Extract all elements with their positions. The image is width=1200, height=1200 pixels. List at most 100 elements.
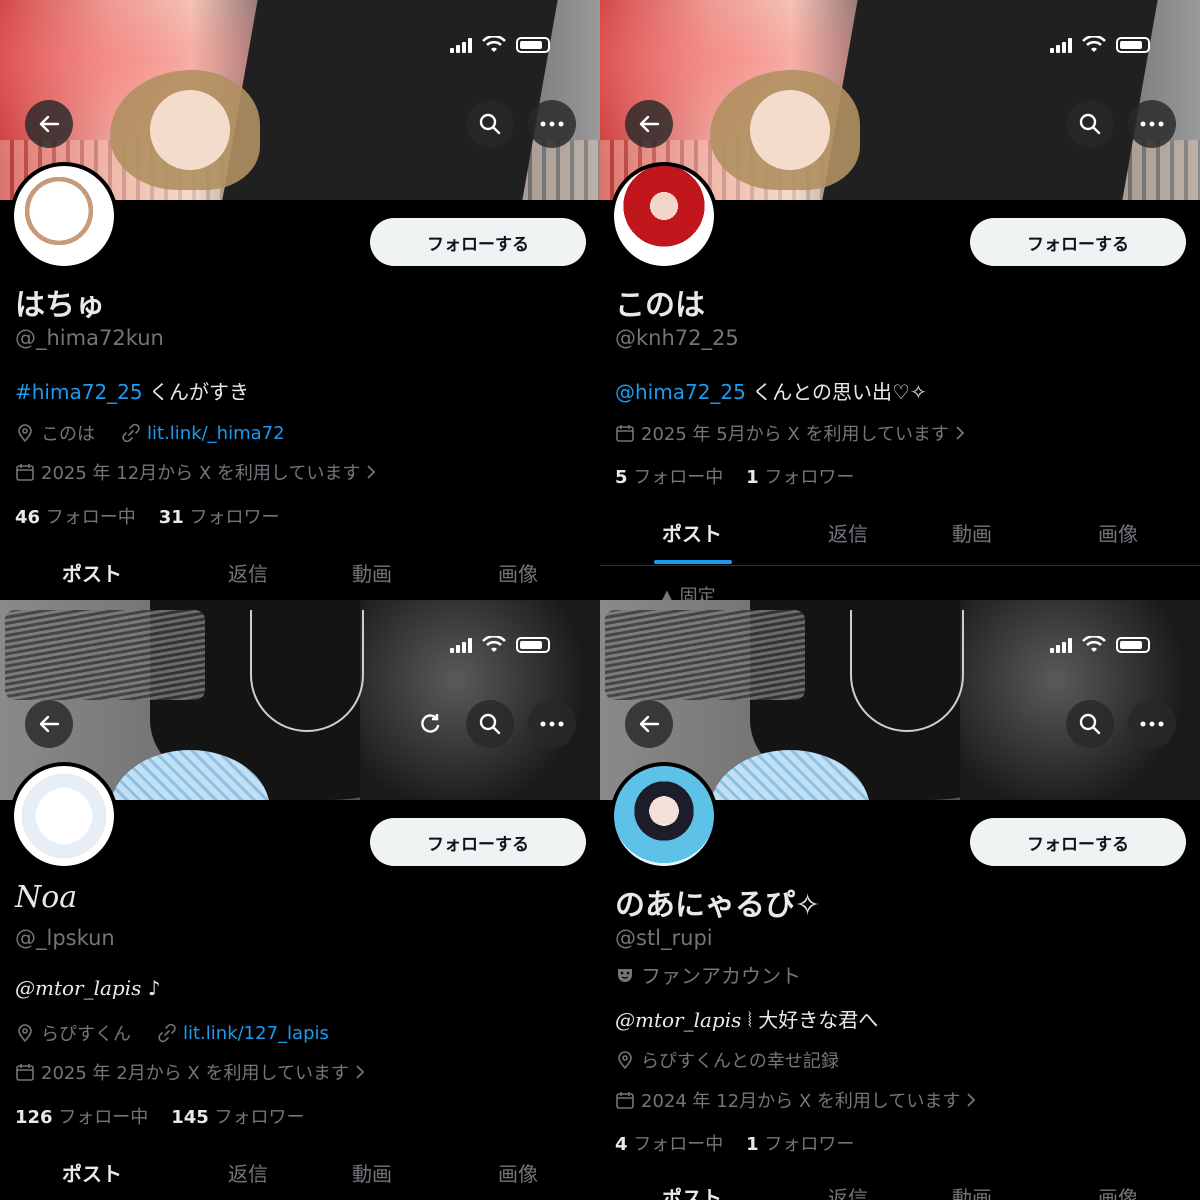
- followers-count-link[interactable]: 145 フォロワー: [171, 1107, 304, 1128]
- joined-date: 2025 年 2月から X を利用しています: [41, 1063, 349, 1084]
- wifi-icon: [482, 36, 506, 52]
- bio-mention-link[interactable]: @mtor_lapis: [15, 976, 141, 1000]
- bio-text: ♪: [141, 976, 161, 1000]
- avatar[interactable]: [610, 762, 718, 870]
- arrow-left-icon: [39, 715, 60, 733]
- avatar[interactable]: [10, 762, 118, 870]
- tab-videos[interactable]: 動画: [352, 558, 392, 587]
- chevron-right-icon: [356, 1065, 365, 1079]
- username: @stl_rupi: [615, 926, 713, 950]
- follow-button[interactable]: フォローする: [970, 818, 1186, 866]
- search-icon: [1079, 113, 1101, 135]
- account-category: ファンアカウント: [641, 964, 801, 988]
- link-icon: [122, 423, 140, 443]
- back-button[interactable]: [625, 100, 673, 148]
- tab-images[interactable]: 画像: [1098, 518, 1138, 547]
- tab-replies[interactable]: 返信: [228, 1158, 268, 1187]
- refresh-icon: [421, 714, 440, 733]
- following-count-link[interactable]: 5 フォロー中: [615, 467, 723, 488]
- tab-replies[interactable]: 返信: [828, 518, 868, 547]
- avatar[interactable]: [10, 162, 118, 270]
- joined-date: 2025 年 5月から X を利用しています: [641, 424, 949, 445]
- wifi-icon: [1082, 636, 1106, 652]
- profile-panel-3: フォローする Noa @_lpskun @mtor_lapis ♪ らぴすくん …: [0, 600, 600, 1200]
- arrow-left-icon: [39, 115, 60, 133]
- tab-posts[interactable]: ポスト: [662, 518, 722, 547]
- chevron-right-icon: [956, 426, 965, 440]
- joined-date-row[interactable]: 2025 年 2月から X を利用しています: [15, 1059, 365, 1085]
- tab-posts[interactable]: ポスト: [62, 558, 122, 587]
- wifi-icon: [482, 636, 506, 652]
- more-button[interactable]: [1128, 100, 1176, 148]
- joined-date-row[interactable]: 2025 年 12月から X を利用しています: [15, 459, 376, 485]
- status-bar: [1050, 634, 1150, 656]
- followers-count-link[interactable]: 31 フォロワー: [159, 507, 280, 528]
- tab-posts[interactable]: ポスト: [62, 1158, 122, 1187]
- tab-videos[interactable]: 動画: [952, 518, 992, 547]
- more-button[interactable]: [528, 700, 576, 748]
- search-icon: [1079, 713, 1101, 735]
- joined-date-row[interactable]: 2025 年 5月から X を利用しています: [615, 420, 965, 446]
- more-button[interactable]: [1128, 700, 1176, 748]
- calendar-icon: [16, 1064, 34, 1081]
- back-button[interactable]: [25, 700, 73, 748]
- arrow-left-icon: [639, 715, 660, 733]
- search-button[interactable]: [1066, 100, 1114, 148]
- signal-icon: [1050, 637, 1072, 653]
- follow-button[interactable]: フォローする: [370, 818, 586, 866]
- location-icon: [18, 424, 32, 443]
- tab-replies[interactable]: 返信: [228, 558, 268, 587]
- username: @knh72_25: [615, 326, 739, 350]
- tab-images[interactable]: 画像: [1098, 1182, 1138, 1200]
- search-button[interactable]: [1066, 700, 1114, 748]
- bio-text: くんがすき: [142, 380, 249, 404]
- more-dots-icon: [1140, 721, 1164, 727]
- bio: @mtor_lapis ⦚ 大好きな君へ: [615, 1004, 878, 1033]
- search-icon: [479, 713, 501, 735]
- follow-button[interactable]: フォローする: [970, 218, 1186, 266]
- tab-images[interactable]: 画像: [498, 1158, 538, 1187]
- bio-mention-link[interactable]: @hima72_25: [615, 380, 746, 404]
- display-name: Noa: [15, 880, 78, 915]
- joined-date-row[interactable]: 2024 年 12月から X を利用しています: [615, 1087, 976, 1113]
- following-count-link[interactable]: 126 フォロー中: [15, 1107, 148, 1128]
- profile-panel-2: フォローする このは @knh72_25 @hima72_25 くんとの思い出♡…: [600, 0, 1200, 600]
- followers-count-link[interactable]: 1 フォロワー: [746, 467, 854, 488]
- back-button[interactable]: [25, 100, 73, 148]
- joined-date: 2024 年 12月から X を利用しています: [641, 1091, 961, 1112]
- signal-icon: [450, 37, 472, 53]
- profile-meta-row: らぴすくんとの幸せ記録: [615, 1047, 839, 1073]
- bio-mention-link[interactable]: @mtor_lapis: [615, 1008, 741, 1032]
- refresh-button[interactable]: [406, 700, 454, 748]
- tabs-divider: [600, 565, 1200, 566]
- profile-tabs: ポスト 返信 動画 画像: [0, 1158, 600, 1198]
- status-bar: [450, 634, 550, 656]
- search-button[interactable]: [466, 700, 514, 748]
- tab-videos[interactable]: 動画: [352, 1158, 392, 1187]
- website-link[interactable]: lit.link/_hima72: [147, 423, 285, 444]
- bio-hashtag-link[interactable]: #hima72_25: [15, 380, 143, 404]
- back-button[interactable]: [625, 700, 673, 748]
- bio-text: ⦚ 大好きな君へ: [741, 1008, 879, 1032]
- theater-masks-icon: [618, 968, 632, 982]
- search-button[interactable]: [466, 100, 514, 148]
- avatar[interactable]: [610, 162, 718, 270]
- joined-date: 2025 年 12月から X を利用しています: [41, 463, 361, 484]
- tab-images[interactable]: 画像: [498, 558, 538, 587]
- followers-count-link[interactable]: 1 フォロワー: [746, 1134, 854, 1155]
- follow-button[interactable]: フォローする: [370, 218, 586, 266]
- bio: #hima72_25 くんがすき: [15, 376, 249, 405]
- tab-replies[interactable]: 返信: [828, 1182, 868, 1200]
- location-icon: [18, 1024, 32, 1043]
- tab-videos[interactable]: 動画: [952, 1182, 992, 1200]
- calendar-icon: [16, 464, 34, 481]
- following-count-link[interactable]: 46 フォロー中: [15, 507, 136, 528]
- following-count-link[interactable]: 4 フォロー中: [615, 1134, 723, 1155]
- location: らぴすくんとの幸せ記録: [641, 1051, 839, 1072]
- website-link[interactable]: lit.link/127_lapis: [183, 1023, 329, 1044]
- bio-text: くんとの思い出♡✧: [745, 380, 927, 404]
- tab-posts[interactable]: ポスト: [662, 1182, 722, 1200]
- pinned-label: ▲ 固定: [660, 582, 716, 600]
- more-button[interactable]: [528, 100, 576, 148]
- location: らぴすくん: [41, 1024, 131, 1045]
